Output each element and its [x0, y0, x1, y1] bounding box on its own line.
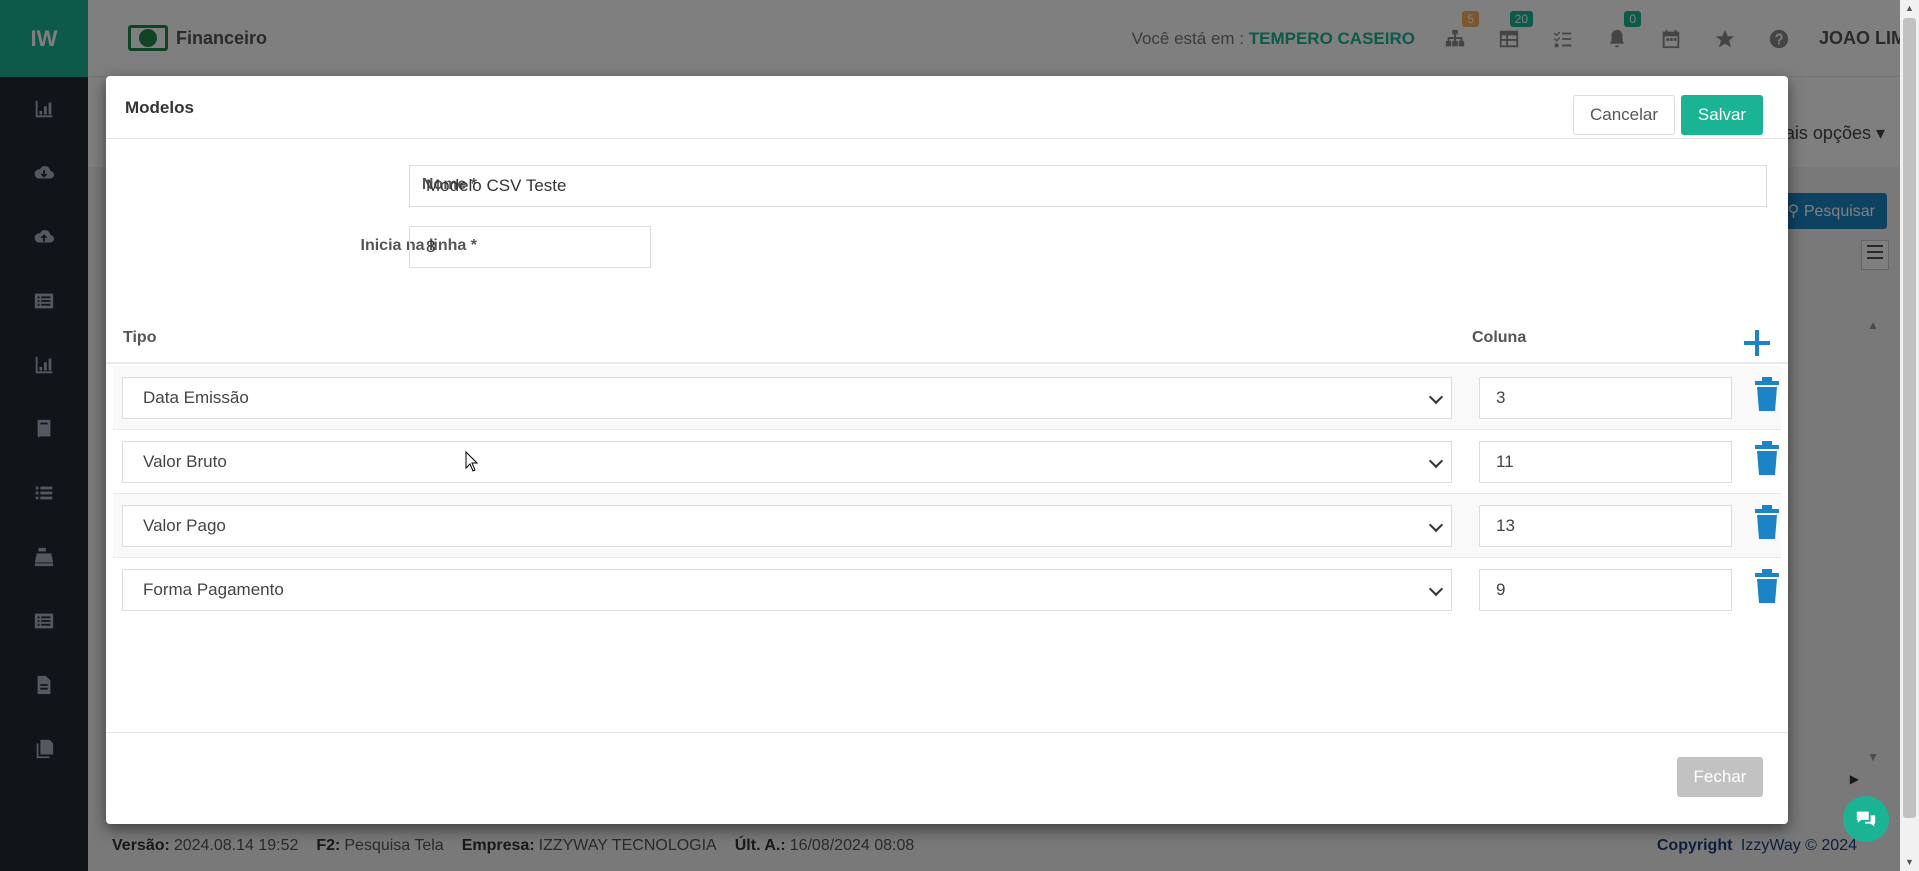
nome-row: Nome * Modelo CSV Teste — [106, 165, 1788, 207]
column-header-coluna: Coluna — [1472, 329, 1527, 346]
column-header-tipo: Tipo — [123, 329, 157, 346]
modal-footer: Fechar — [106, 732, 1788, 824]
nome-input[interactable]: Modelo CSV Teste — [409, 165, 1767, 207]
chevron-down-icon — [1428, 453, 1444, 469]
chevron-down-icon — [1428, 581, 1444, 597]
scroll-down-arrow[interactable]: ▼ — [1900, 854, 1919, 871]
tipo-select[interactable]: Valor Pago — [122, 505, 1452, 547]
chat-button[interactable] — [1843, 796, 1889, 842]
mapping-table-header: Tipo Coluna — [106, 316, 1788, 364]
tipo-select[interactable]: Data Emissão — [122, 377, 1452, 419]
window-scrollbar[interactable]: ▲ ▼ — [1900, 0, 1919, 871]
close-button[interactable]: Fechar — [1677, 757, 1763, 797]
table-row: Valor Bruto 11 — [113, 430, 1781, 494]
chevron-down-icon — [1428, 389, 1444, 405]
modal-title: Modelos — [125, 98, 194, 117]
coluna-input[interactable]: 9 — [1479, 569, 1732, 611]
chevron-down-icon — [1428, 517, 1444, 533]
mouse-cursor-icon — [465, 451, 479, 472]
chat-icon — [1856, 811, 1876, 827]
inicia-row: Inicia na linha * 8 — [106, 226, 1788, 268]
tipo-select[interactable]: Valor Bruto — [122, 441, 1452, 483]
modal-header: Modelos Cancelar Salvar — [106, 76, 1788, 139]
coluna-input[interactable]: 11 — [1479, 441, 1732, 483]
table-row: Valor Pago 13 — [113, 494, 1781, 558]
inicia-input[interactable]: 8 — [409, 226, 651, 268]
modelos-modal: Modelos Cancelar Salvar Nome * Modelo CS… — [106, 76, 1788, 824]
scroll-up-arrow[interactable]: ▲ — [1900, 0, 1919, 17]
table-row: Forma Pagamento 9 — [113, 558, 1781, 622]
tipo-select[interactable]: Forma Pagamento — [122, 569, 1452, 611]
scroll-thumb[interactable] — [1903, 18, 1916, 818]
cancel-button[interactable]: Cancelar — [1573, 95, 1675, 135]
coluna-input[interactable]: 13 — [1479, 505, 1732, 547]
save-button[interactable]: Salvar — [1681, 95, 1763, 135]
trash-icon[interactable] — [1753, 504, 1781, 540]
trash-icon[interactable] — [1753, 376, 1781, 412]
coluna-input[interactable]: 3 — [1479, 377, 1732, 419]
trash-icon[interactable] — [1753, 568, 1781, 604]
add-row-icon[interactable] — [1742, 328, 1772, 358]
table-row: Data Emissão 3 — [113, 366, 1781, 430]
trash-icon[interactable] — [1753, 440, 1781, 476]
